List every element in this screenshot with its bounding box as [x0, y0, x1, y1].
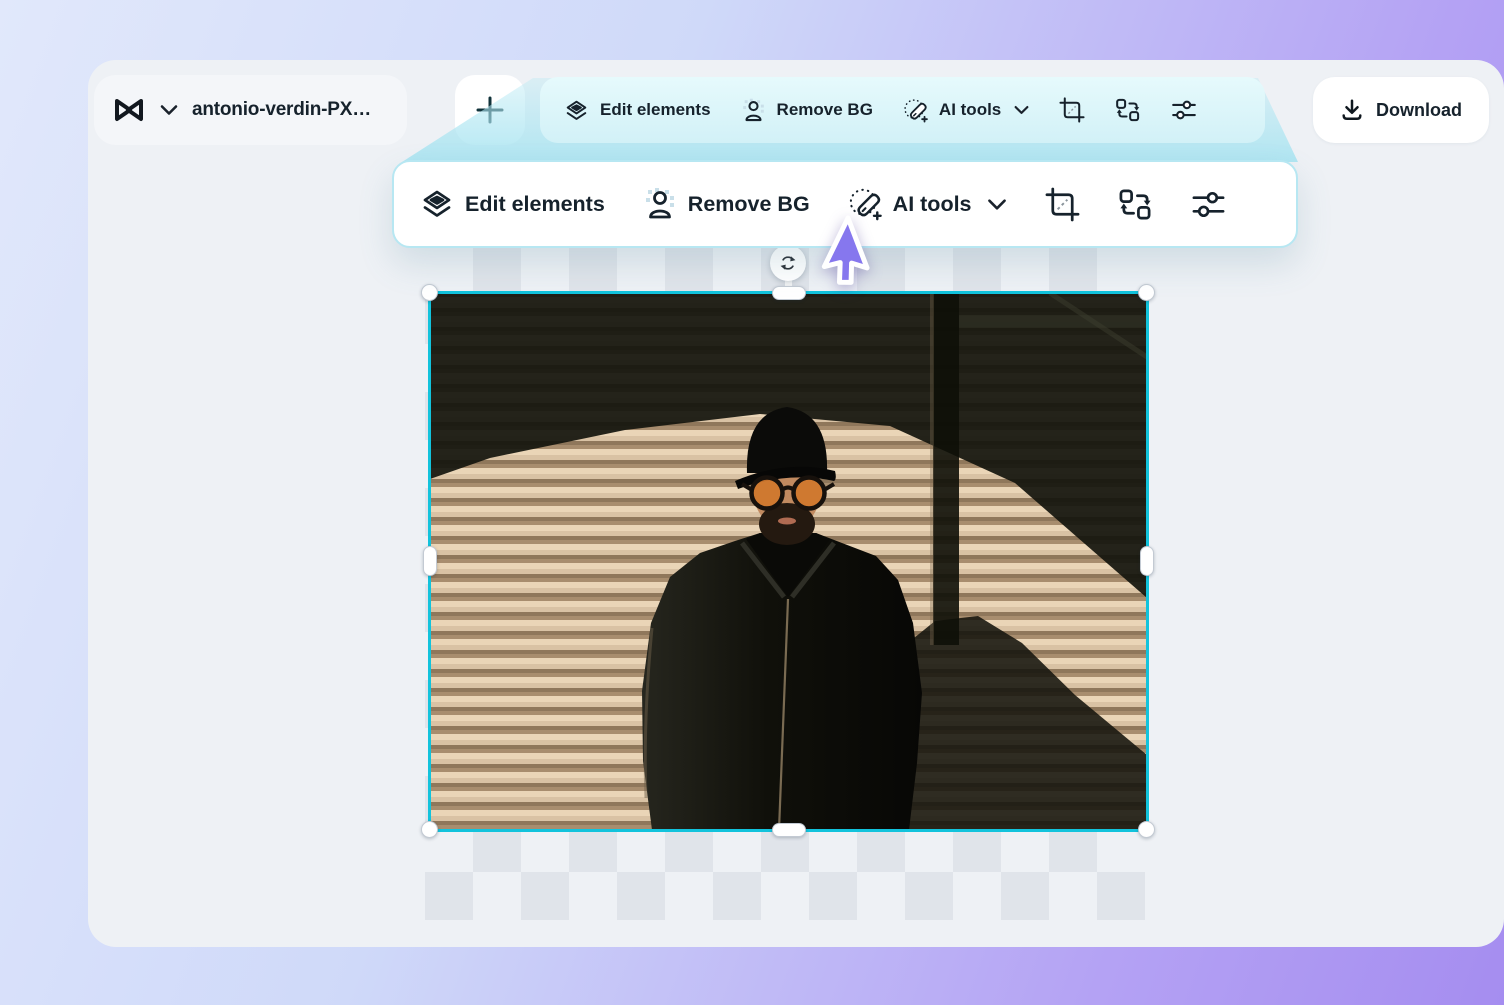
remove-bg-button[interactable]: Remove BG: [741, 98, 873, 123]
capcut-logo-icon: [112, 95, 146, 125]
toolbar-callout: Edit elements Remove BG AI tools: [392, 160, 1298, 248]
crop-icon: [1059, 97, 1085, 123]
edit-elements-button[interactable]: Edit elements: [564, 98, 711, 123]
remove-bg-label: Remove BG: [777, 100, 873, 120]
ai-tools-label: AI tools: [939, 100, 1001, 120]
download-icon: [1340, 98, 1364, 122]
handle-mid-right[interactable]: [1140, 546, 1154, 576]
edit-elements-label: Edit elements: [600, 100, 711, 120]
crop-button-large[interactable]: [1045, 187, 1080, 222]
rotate-handle[interactable]: [770, 245, 806, 281]
adjust-sliders-icon: [1191, 187, 1226, 222]
person-cutout-icon: [643, 187, 677, 221]
handle-bottom-right[interactable]: [1138, 821, 1155, 838]
ai-tools-label: AI tools: [893, 192, 972, 217]
layers-icon: [420, 188, 454, 220]
download-button[interactable]: Download: [1313, 77, 1489, 143]
handle-top-right[interactable]: [1138, 284, 1155, 301]
replace-swap-icon: [1115, 97, 1141, 123]
file-name: antonio-verdin-PX…: [192, 99, 371, 121]
screenshot-root: { "colors": { "selection_accent": "#12c3…: [0, 0, 1504, 1005]
adjust-button[interactable]: [1171, 97, 1197, 123]
photo-illustration: [430, 293, 1147, 830]
ai-tools-button[interactable]: AI tools: [903, 98, 1029, 123]
crop-button[interactable]: [1059, 97, 1085, 123]
adjust-button-large[interactable]: [1191, 187, 1226, 222]
download-label: Download: [1376, 100, 1462, 121]
handle-bottom-center[interactable]: [772, 823, 806, 837]
remove-bg-button-large[interactable]: Remove BG: [643, 187, 810, 221]
chevron-down-icon: [1014, 105, 1029, 115]
remove-bg-label: Remove BG: [688, 192, 810, 217]
chevron-down-icon: [987, 198, 1007, 211]
rotate-icon: [777, 252, 799, 274]
edit-elements-label: Edit elements: [465, 192, 605, 217]
person-cutout-icon: [741, 98, 766, 123]
crop-icon: [1045, 187, 1080, 222]
canvas-photo[interactable]: [430, 293, 1147, 830]
chevron-down-icon[interactable]: [160, 104, 178, 116]
layers-icon: [564, 98, 589, 123]
handle-bottom-left[interactable]: [421, 821, 438, 838]
toolbar-small: Edit elements Remove BG AI tools: [540, 77, 1265, 143]
app-window: antonio-verdin-PX… Edit elements Remove …: [88, 60, 1504, 947]
ai-tools-button-large[interactable]: AI tools: [848, 187, 1007, 221]
handle-top-center[interactable]: [772, 286, 806, 300]
replace-button-large[interactable]: [1118, 187, 1153, 222]
replace-button[interactable]: [1115, 97, 1141, 123]
file-chip[interactable]: antonio-verdin-PX…: [94, 75, 407, 145]
handle-top-left[interactable]: [421, 284, 438, 301]
replace-swap-icon: [1118, 187, 1153, 222]
magic-marker-icon: [903, 98, 928, 123]
magic-marker-icon: [848, 187, 882, 221]
handle-mid-left[interactable]: [423, 546, 437, 576]
edit-elements-button-large[interactable]: Edit elements: [420, 188, 605, 220]
adjust-sliders-icon: [1171, 97, 1197, 123]
